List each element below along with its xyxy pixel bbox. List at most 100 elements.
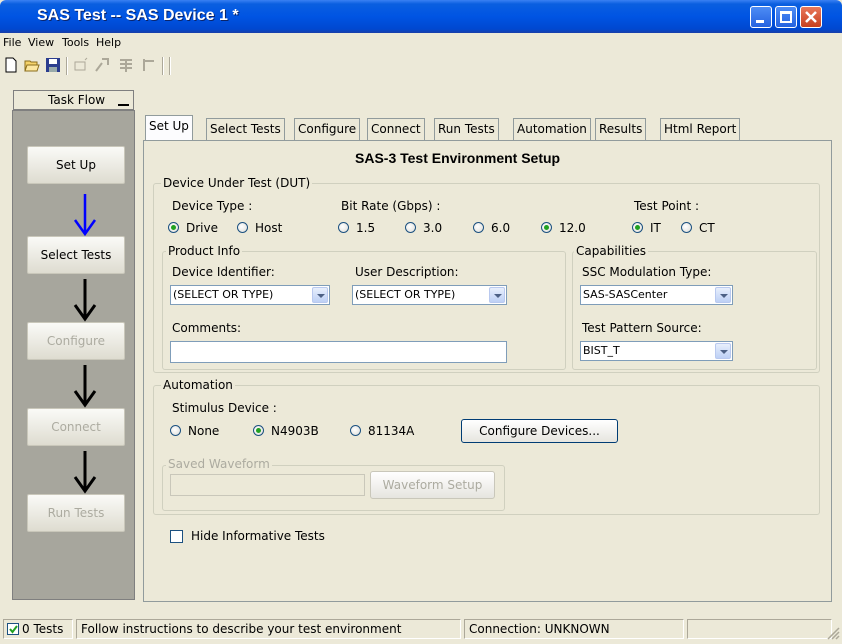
chevron-down-icon[interactable] <box>715 287 731 303</box>
bitrate-1-5-radio[interactable] <box>338 222 349 233</box>
open-folder-icon[interactable] <box>24 57 40 73</box>
chevron-down-icon[interactable] <box>312 287 328 303</box>
checkmark-icon <box>9 625 18 634</box>
tab-run-tests[interactable]: Run Tests <box>434 118 499 140</box>
bitrate-6-0-radio[interactable] <box>473 222 484 233</box>
user-description-combo[interactable]: (SELECT OR TYPE) <box>352 285 507 305</box>
device-identifier-value: (SELECT OR TYPE) <box>173 288 274 301</box>
device-identifier-combo[interactable]: (SELECT OR TYPE) <box>170 285 330 305</box>
product-info-group-label: Product Info <box>166 244 243 258</box>
toolbar <box>0 52 842 80</box>
device-identifier-label: Device Identifier: <box>172 265 275 279</box>
menu-view[interactable]: View <box>28 36 54 49</box>
test-pattern-source-value: BIST_T <box>583 344 620 357</box>
bitrate-6-0-label: 6.0 <box>491 221 511 235</box>
close-button[interactable] <box>800 6 822 28</box>
toolbar-disabled-4-icon <box>143 59 154 71</box>
chevron-down-icon[interactable] <box>489 287 505 303</box>
tab-results[interactable]: Results <box>595 118 647 140</box>
test-point-ct-label: CT <box>699 221 715 235</box>
stimulus-n4903b-label: N4903B <box>271 424 319 438</box>
device-type-host-label: Host <box>255 221 283 235</box>
configure-devices-button[interactable]: Configure Devices... <box>461 419 618 443</box>
saved-waveform-group-label: Saved Waveform <box>166 457 272 471</box>
taskflow-step-setup[interactable]: Set Up <box>27 146 125 184</box>
stimulus-device-label: Stimulus Device : <box>172 401 277 415</box>
resize-grip-icon[interactable] <box>826 626 840 640</box>
task-flow-panel: Set Up Select Tests Configure Connect Ru… <box>12 110 135 600</box>
tab-connect[interactable]: Connect <box>367 118 425 140</box>
minimize-button[interactable] <box>750 6 772 28</box>
taskflow-step-run-tests[interactable]: Run Tests <box>27 494 125 532</box>
taskflow-step-connect[interactable]: Connect <box>27 408 125 446</box>
bitrate-1-5-label: 1.5 <box>356 221 376 235</box>
stimulus-81134a-label: 81134A <box>368 424 415 438</box>
device-type-drive-radio[interactable] <box>168 222 179 233</box>
status-extra <box>687 619 832 639</box>
taskflow-step-configure[interactable]: Configure <box>27 322 125 360</box>
ssc-modulation-label: SSC Modulation Type: <box>582 265 712 279</box>
status-tests-text: 0 Tests <box>22 622 64 636</box>
bitrate-12-0-radio[interactable] <box>541 222 552 233</box>
stimulus-81134a-radio[interactable] <box>350 425 361 436</box>
user-description-label: User Description: <box>355 265 459 279</box>
menu-file[interactable]: File <box>3 36 21 49</box>
bitrate-label: Bit Rate (Gbps) : <box>341 199 441 213</box>
device-type-host-radio[interactable] <box>237 222 248 233</box>
task-flow-minimize-button[interactable] <box>118 94 129 106</box>
toolbar-disabled-1-icon <box>74 57 88 71</box>
saved-waveform-field <box>170 474 365 496</box>
status-connection: Connection: UNKNOWN <box>464 619 684 639</box>
ssc-modulation-combo[interactable]: SAS-SASCenter <box>580 285 733 305</box>
comments-field[interactable] <box>170 341 507 363</box>
test-pattern-source-combo[interactable]: BIST_T <box>580 341 733 361</box>
arrow-down-icon <box>73 451 97 494</box>
automation-group-label: Automation <box>161 378 235 392</box>
menu-help[interactable]: Help <box>96 36 121 49</box>
status-message: Follow instructions to describe your tes… <box>76 619 461 639</box>
tab-configure[interactable]: Configure <box>294 118 361 140</box>
maximize-button[interactable] <box>775 6 797 28</box>
bitrate-3-0-label: 3.0 <box>423 221 443 235</box>
stimulus-n4903b-radio[interactable] <box>253 425 264 436</box>
user-description-value: (SELECT OR TYPE) <box>355 288 456 301</box>
window-title: SAS Test -- SAS Device 1 * <box>37 7 239 24</box>
status-tests: 0 Tests <box>3 619 73 639</box>
tab-setup[interactable]: Set Up <box>145 115 193 141</box>
test-point-label: Test Point : <box>634 199 700 213</box>
toolbar-disabled-3-icon <box>120 59 132 72</box>
task-flow-header: Task Flow <box>13 90 134 110</box>
capabilities-group-label: Capabilities <box>574 244 648 258</box>
test-point-ct-radio[interactable] <box>681 222 692 233</box>
waveform-setup-button[interactable]: Waveform Setup <box>370 471 495 499</box>
status-bar: 0 Tests Follow instructions to describe … <box>0 616 842 644</box>
ssc-modulation-value: SAS-SASCenter <box>583 288 668 301</box>
stimulus-none-label: None <box>188 424 220 438</box>
new-file-icon[interactable] <box>3 57 19 73</box>
tab-html-report[interactable]: Html Report <box>660 118 741 140</box>
test-point-it-radio[interactable] <box>632 222 643 233</box>
hide-informative-checkbox[interactable] <box>170 530 183 543</box>
arrow-down-icon <box>73 365 97 408</box>
comments-label: Comments: <box>172 321 242 335</box>
bitrate-12-0-label: 12.0 <box>559 221 586 235</box>
tab-select-tests[interactable]: Select Tests <box>206 118 285 140</box>
title-bar[interactable]: SAS Test -- SAS Device 1 * <box>0 0 842 33</box>
tests-checkbox[interactable] <box>7 623 19 635</box>
task-flow-title: Task Flow <box>48 93 106 107</box>
save-icon[interactable] <box>45 57 61 73</box>
device-type-drive-label: Drive <box>186 221 218 235</box>
test-pattern-source-label: Test Pattern Source: <box>582 321 702 335</box>
hide-informative-label: Hide Informative Tests <box>191 529 325 543</box>
page-title: SAS-3 Test Environment Setup <box>355 150 561 166</box>
arrow-down-icon <box>73 279 97 322</box>
menu-bar: File View Tools Help <box>0 33 842 52</box>
chevron-down-icon[interactable] <box>715 343 731 359</box>
taskflow-step-select-tests[interactable]: Select Tests <box>27 236 125 274</box>
tab-automation[interactable]: Automation <box>513 118 591 140</box>
device-type-label: Device Type : <box>172 199 253 213</box>
bitrate-3-0-radio[interactable] <box>405 222 416 233</box>
stimulus-none-radio[interactable] <box>170 425 181 436</box>
close-icon <box>805 11 817 23</box>
menu-tools[interactable]: Tools <box>62 36 89 49</box>
